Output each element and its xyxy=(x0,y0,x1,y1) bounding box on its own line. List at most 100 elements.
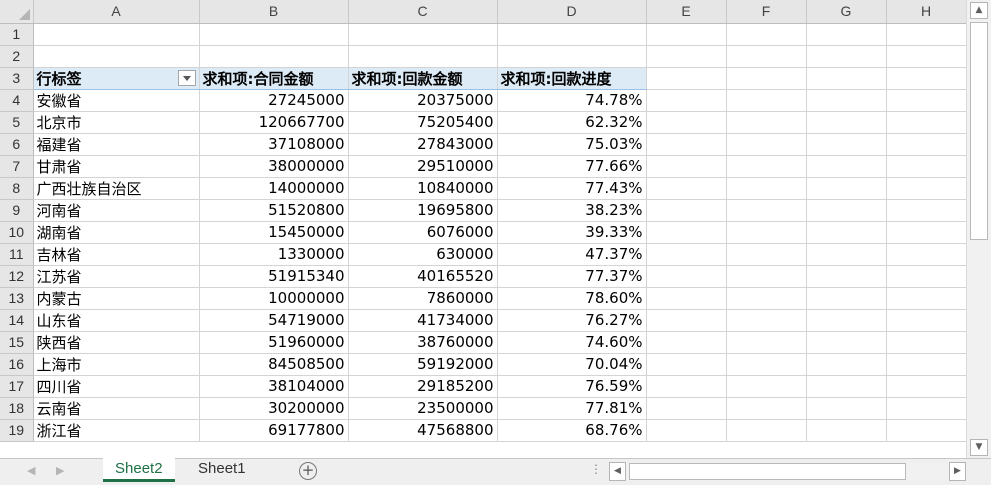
tab-split-handle[interactable]: ⋮ xyxy=(590,462,602,476)
pivot-data-cell[interactable]: 59192000 xyxy=(348,353,498,376)
cell[interactable] xyxy=(886,111,966,134)
cell[interactable] xyxy=(726,155,807,178)
pivot-data-cell[interactable]: 1330000 xyxy=(199,243,349,266)
cell[interactable] xyxy=(886,353,966,376)
cell[interactable] xyxy=(726,111,807,134)
cell[interactable] xyxy=(726,45,807,68)
cell[interactable] xyxy=(199,45,349,68)
cell[interactable] xyxy=(646,155,727,178)
pivot-data-cell[interactable]: 69177800 xyxy=(199,419,349,442)
cell[interactable] xyxy=(646,23,727,46)
pivot-data-cell[interactable]: 6076000 xyxy=(348,221,498,244)
sheet-nav-prev-icon[interactable]: ◀ xyxy=(27,464,35,477)
row-header[interactable]: 8 xyxy=(0,177,34,200)
cell[interactable] xyxy=(646,111,727,134)
cell[interactable] xyxy=(726,419,807,442)
cell[interactable] xyxy=(726,23,807,46)
pivot-data-cell[interactable]: 40165520 xyxy=(348,265,498,288)
pivot-data-cell[interactable]: 19695800 xyxy=(348,199,498,222)
pivot-data-cell[interactable]: 68.76% xyxy=(497,419,647,442)
cell[interactable] xyxy=(806,67,887,90)
cell[interactable] xyxy=(886,199,966,222)
cell[interactable] xyxy=(886,309,966,332)
cell[interactable] xyxy=(886,221,966,244)
cell[interactable] xyxy=(886,331,966,354)
pivot-data-cell[interactable]: 78.60% xyxy=(497,287,647,310)
cell[interactable] xyxy=(726,133,807,156)
pivot-data-cell[interactable]: 39.33% xyxy=(497,221,647,244)
column-header[interactable]: C xyxy=(348,0,498,24)
cell[interactable] xyxy=(886,89,966,112)
column-header[interactable]: H xyxy=(886,0,966,24)
pivot-data-cell[interactable]: 70.04% xyxy=(497,353,647,376)
cell[interactable] xyxy=(886,397,966,420)
cell[interactable] xyxy=(886,375,966,398)
pivot-data-cell[interactable]: 广西壮族自治区 xyxy=(33,177,200,200)
scroll-right-icon[interactable]: ▶ xyxy=(949,462,966,481)
pivot-data-cell[interactable]: 27245000 xyxy=(199,89,349,112)
pivot-data-cell[interactable]: 27843000 xyxy=(348,133,498,156)
pivot-data-cell[interactable]: 30200000 xyxy=(199,397,349,420)
cell[interactable] xyxy=(726,331,807,354)
column-header[interactable]: D xyxy=(497,0,647,24)
pivot-data-cell[interactable]: 安徽省 xyxy=(33,89,200,112)
pivot-data-cell[interactable]: 74.60% xyxy=(497,331,647,354)
pivot-data-cell[interactable]: 29185200 xyxy=(348,375,498,398)
column-header[interactable]: F xyxy=(726,0,807,24)
pivot-data-cell[interactable]: 陕西省 xyxy=(33,331,200,354)
cell[interactable] xyxy=(646,177,727,200)
row-header[interactable]: 2 xyxy=(0,45,34,68)
pivot-data-cell[interactable]: 62.32% xyxy=(497,111,647,134)
pivot-data-cell[interactable]: 51520800 xyxy=(199,199,349,222)
cell[interactable] xyxy=(806,45,887,68)
cell[interactable] xyxy=(726,375,807,398)
cell[interactable] xyxy=(726,397,807,420)
pivot-data-cell[interactable]: 吉林省 xyxy=(33,243,200,266)
vertical-scroll-thumb[interactable] xyxy=(970,22,988,240)
cell[interactable] xyxy=(806,375,887,398)
cell[interactable] xyxy=(646,67,727,90)
cell[interactable] xyxy=(726,67,807,90)
cell[interactable] xyxy=(886,45,966,68)
pivot-data-cell[interactable]: 江苏省 xyxy=(33,265,200,288)
row-header[interactable]: 4 xyxy=(0,89,34,112)
pivot-data-cell[interactable]: 41734000 xyxy=(348,309,498,332)
pivot-data-cell[interactable]: 湖南省 xyxy=(33,221,200,244)
pivot-data-cell[interactable]: 10000000 xyxy=(199,287,349,310)
cell[interactable] xyxy=(886,243,966,266)
cell[interactable] xyxy=(726,243,807,266)
cell[interactable] xyxy=(646,221,727,244)
cell[interactable] xyxy=(646,133,727,156)
pivot-data-cell[interactable]: 84508500 xyxy=(199,353,349,376)
cell[interactable] xyxy=(886,287,966,310)
pivot-data-cell[interactable]: 38760000 xyxy=(348,331,498,354)
cell[interactable] xyxy=(806,309,887,332)
cell[interactable] xyxy=(646,287,727,310)
row-header[interactable]: 19 xyxy=(0,419,34,442)
row-header[interactable]: 10 xyxy=(0,221,34,244)
row-header[interactable]: 3 xyxy=(0,67,34,90)
cell[interactable] xyxy=(806,419,887,442)
row-header[interactable]: 12 xyxy=(0,265,34,288)
pivot-data-cell[interactable]: 47.37% xyxy=(497,243,647,266)
row-header[interactable]: 18 xyxy=(0,397,34,420)
cell[interactable] xyxy=(726,221,807,244)
cell[interactable] xyxy=(806,353,887,376)
pivot-data-cell[interactable]: 630000 xyxy=(348,243,498,266)
pivot-data-cell[interactable]: 38104000 xyxy=(199,375,349,398)
row-header[interactable]: 1 xyxy=(0,23,34,46)
cell[interactable] xyxy=(886,133,966,156)
cell[interactable] xyxy=(497,23,647,46)
cell[interactable] xyxy=(806,221,887,244)
cell[interactable] xyxy=(886,177,966,200)
cell[interactable] xyxy=(806,287,887,310)
cell[interactable] xyxy=(886,23,966,46)
cell[interactable] xyxy=(886,419,966,442)
row-header[interactable]: 5 xyxy=(0,111,34,134)
cell[interactable] xyxy=(726,177,807,200)
pivot-data-cell[interactable]: 山东省 xyxy=(33,309,200,332)
cell[interactable] xyxy=(646,353,727,376)
row-header[interactable]: 9 xyxy=(0,199,34,222)
scroll-up-icon[interactable]: ▲ xyxy=(970,2,988,19)
cell[interactable] xyxy=(199,23,349,46)
